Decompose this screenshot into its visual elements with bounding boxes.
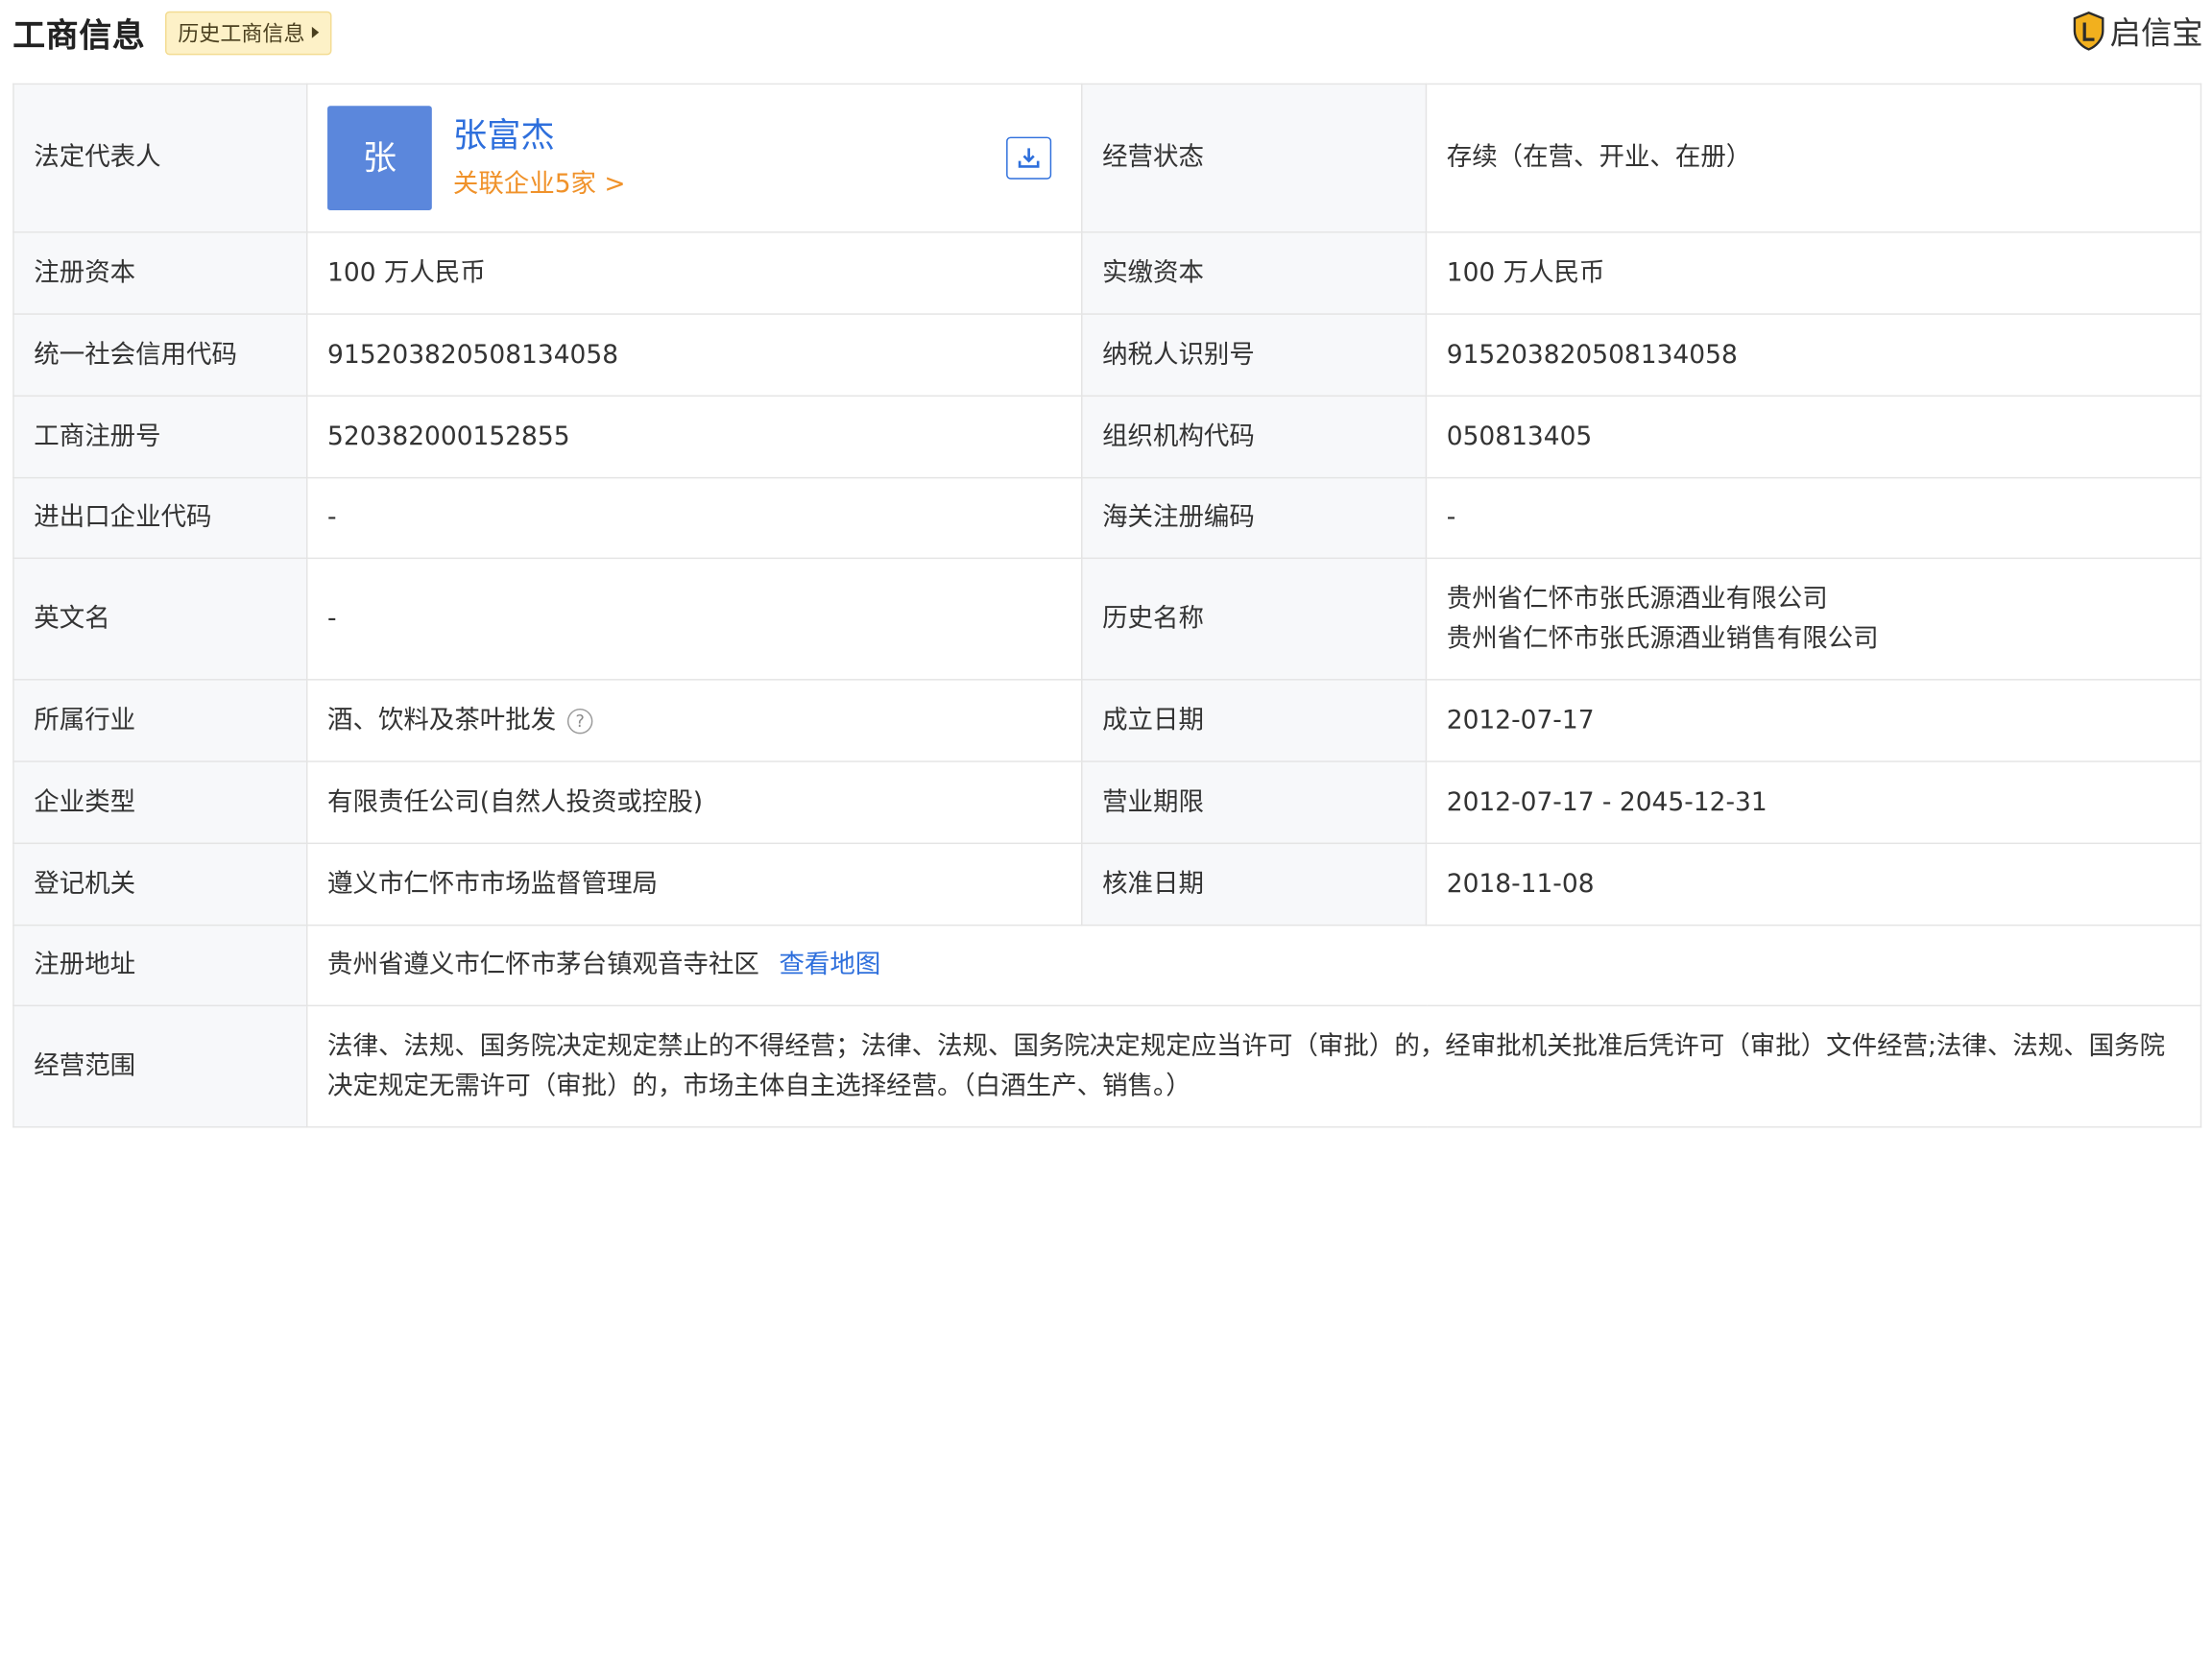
section-title: 工商信息	[12, 18, 146, 56]
legal-rep-label: 法定代表人	[12, 83, 308, 233]
import-export-label: 进出口企业代码	[12, 476, 308, 560]
org-code-label: 组织机构代码	[1081, 395, 1428, 479]
founded-label: 成立日期	[1081, 679, 1428, 762]
founded-value: 2012-07-17	[1425, 679, 2202, 762]
history-info-label: 历史工商信息	[178, 20, 305, 46]
business-term-label: 营业期限	[1081, 760, 1428, 845]
business-info-table: 法定代表人 张 张富杰 关联企业5家 > 经营状态 存续（在营、开业、在册） 注…	[12, 83, 2202, 1128]
avatar[interactable]: 张	[327, 106, 432, 211]
paid-capital-label: 实缴资本	[1081, 231, 1428, 315]
biz-reg-no-label: 工商注册号	[12, 395, 308, 479]
paid-capital-value: 100 万人民币	[1425, 231, 2202, 315]
business-scope-value: 法律、法规、国务院决定规定禁止的不得经营；法律、法规、国务院决定规定应当许可（审…	[305, 1004, 2202, 1128]
reg-capital-label: 注册资本	[12, 231, 308, 315]
business-scope-label: 经营范围	[12, 1004, 308, 1128]
company-type-label: 企业类型	[12, 760, 308, 845]
status-label: 经营状态	[1081, 83, 1428, 233]
table-row: 所属行业 酒、饮料及茶叶批发? 成立日期 2012-07-17	[12, 679, 2202, 762]
table-row: 经营范围 法律、法规、国务院决定规定禁止的不得经营；法律、法规、国务院决定规定应…	[12, 1004, 2202, 1128]
shield-logo-icon	[2073, 11, 2104, 51]
credit-code-value: 915203820508134058	[305, 313, 1083, 398]
approval-date-value: 2018-11-08	[1425, 842, 2202, 927]
table-row: 注册地址 贵州省遵义市仁怀市茅台镇观音寺社区 查看地图	[12, 924, 2202, 1007]
caret-right-icon	[311, 26, 320, 38]
table-row: 统一社会信用代码 915203820508134058 纳税人识别号 91520…	[12, 313, 2202, 398]
related-companies-link[interactable]: 关联企业5家 >	[453, 165, 626, 205]
customs-code-value: -	[1425, 476, 2202, 560]
industry-cell: 酒、饮料及茶叶批发?	[305, 679, 1083, 762]
customs-code-label: 海关注册编码	[1081, 476, 1428, 560]
approval-date-label: 核准日期	[1081, 842, 1428, 927]
download-icon	[1018, 148, 1040, 168]
history-info-button[interactable]: 历史工商信息	[164, 11, 332, 55]
status-value: 存续（在营、开业、在册）	[1425, 83, 2202, 233]
table-row: 注册资本 100 万人民币 实缴资本 100 万人民币	[12, 231, 2202, 315]
history-name-item: 贵州省仁怀市张氏源酒业销售有限公司	[1446, 623, 1879, 653]
reg-address-value: 贵州省遵义市仁怀市茅台镇观音寺社区	[327, 950, 759, 980]
org-code-value: 050813405	[1425, 395, 2202, 479]
view-map-link[interactable]: 查看地图	[779, 950, 880, 979]
reg-capital-value: 100 万人民币	[305, 231, 1083, 315]
section-header: 工商信息 历史工商信息 启信宝	[12, 0, 2203, 65]
table-row: 进出口企业代码 - 海关注册编码 -	[12, 476, 2202, 560]
biz-reg-no-value: 520382000152855	[305, 395, 1083, 479]
english-name-value: -	[305, 557, 1083, 681]
legal-rep-cell: 张 张富杰 关联企业5家 >	[305, 83, 1083, 233]
download-button[interactable]	[1006, 136, 1052, 180]
taxpayer-id-value: 915203820508134058	[1425, 313, 2202, 398]
industry-value: 酒、饮料及茶叶批发	[327, 705, 557, 735]
industry-label: 所属行业	[12, 679, 308, 762]
reg-authority-label: 登记机关	[12, 842, 308, 927]
reg-authority-value: 遵义市仁怀市市场监督管理局	[305, 842, 1083, 927]
history-name-item: 贵州省仁怀市张氏源酒业有限公司	[1446, 583, 1828, 614]
english-name-label: 英文名	[12, 557, 308, 681]
brand-logo[interactable]: 启信宝	[2072, 9, 2203, 54]
brand-name: 启信宝	[2109, 16, 2203, 53]
company-type-value: 有限责任公司(自然人投资或控股)	[305, 760, 1083, 845]
table-row: 法定代表人 张 张富杰 关联企业5家 > 经营状态 存续（在营、开业、在册）	[12, 83, 2202, 233]
table-row: 登记机关 遵义市仁怀市市场监督管理局 核准日期 2018-11-08	[12, 842, 2202, 927]
business-term-value: 2012-07-17 - 2045-12-31	[1425, 760, 2202, 845]
table-row: 工商注册号 520382000152855 组织机构代码 050813405	[12, 395, 2202, 479]
credit-code-label: 统一社会信用代码	[12, 313, 308, 398]
taxpayer-id-label: 纳税人识别号	[1081, 313, 1428, 398]
table-row: 英文名 - 历史名称 贵州省仁怀市张氏源酒业有限公司 贵州省仁怀市张氏源酒业销售…	[12, 557, 2202, 681]
legal-rep-name-link[interactable]: 张富杰	[453, 111, 626, 159]
reg-address-label: 注册地址	[12, 924, 308, 1007]
history-names-value: 贵州省仁怀市张氏源酒业有限公司 贵州省仁怀市张氏源酒业销售有限公司	[1425, 557, 2202, 681]
table-row: 企业类型 有限责任公司(自然人投资或控股) 营业期限 2012-07-17 - …	[12, 760, 2202, 845]
page: 工商信息 历史工商信息 启信宝 法定代表人 张 张富杰 关联企业5家 > 经营状…	[0, 0, 2212, 1663]
reg-address-cell: 贵州省遵义市仁怀市茅台镇观音寺社区 查看地图	[305, 924, 2202, 1007]
question-circle-icon[interactable]: ?	[566, 708, 593, 734]
history-names-label: 历史名称	[1081, 557, 1428, 681]
import-export-value: -	[305, 476, 1083, 560]
